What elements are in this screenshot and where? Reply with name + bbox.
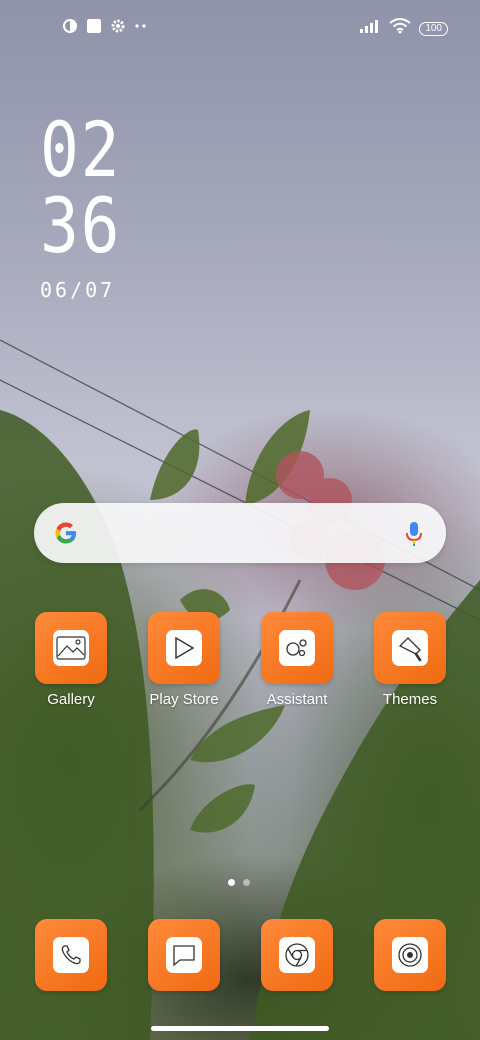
status-left-icons bbox=[62, 18, 148, 39]
app-assistant[interactable]: Assistant bbox=[252, 612, 342, 708]
phone-icon bbox=[53, 937, 89, 973]
dock-camera[interactable] bbox=[365, 919, 455, 991]
play-store-icon bbox=[166, 630, 202, 666]
app-tile bbox=[148, 919, 220, 991]
app-gallery[interactable]: Gallery bbox=[26, 612, 116, 708]
themes-icon bbox=[392, 630, 428, 666]
app-label: Assistant bbox=[266, 691, 328, 708]
page-dot bbox=[243, 879, 250, 886]
clock-minute: 36 bbox=[40, 181, 122, 270]
more-dots-icon bbox=[134, 18, 148, 39]
google-search-bar[interactable] bbox=[34, 503, 446, 563]
gallery-icon bbox=[53, 630, 89, 666]
app-tile bbox=[35, 919, 107, 991]
app-themes[interactable]: Themes bbox=[365, 612, 455, 708]
status-right-icons: 100 bbox=[359, 18, 448, 39]
app-tile bbox=[261, 919, 333, 991]
app-label: Gallery bbox=[47, 691, 95, 708]
microphone-icon[interactable] bbox=[404, 520, 424, 548]
app-label: Play Store bbox=[149, 691, 219, 708]
wifi-icon bbox=[389, 18, 411, 39]
assistant-icon bbox=[279, 630, 315, 666]
chrome-icon bbox=[279, 937, 315, 973]
app-tile bbox=[35, 612, 107, 684]
page-dot-active bbox=[228, 879, 235, 886]
dock-phone[interactable] bbox=[26, 919, 116, 991]
app-label: Themes bbox=[382, 691, 438, 708]
signal-icon bbox=[359, 18, 381, 39]
app-tile bbox=[374, 612, 446, 684]
home-gesture-bar[interactable] bbox=[151, 1026, 329, 1031]
shield-icon bbox=[62, 18, 78, 39]
battery-icon: 100 bbox=[419, 21, 448, 36]
dock-messages[interactable] bbox=[139, 919, 229, 991]
clock-date: 06/07 bbox=[40, 278, 116, 302]
page-indicator[interactable] bbox=[228, 879, 250, 886]
app-tile bbox=[374, 919, 446, 991]
square-icon bbox=[86, 18, 102, 39]
gear-icon bbox=[110, 18, 126, 39]
app-play-store[interactable]: Play Store bbox=[139, 612, 229, 708]
app-tile bbox=[148, 612, 220, 684]
status-bar: 100 bbox=[0, 0, 480, 56]
dock-chrome[interactable] bbox=[252, 919, 342, 991]
clock-hour: 02 bbox=[40, 105, 122, 194]
camera-icon bbox=[392, 937, 428, 973]
app-tile bbox=[261, 612, 333, 684]
messages-icon bbox=[166, 937, 202, 973]
clock-widget[interactable]: 02 36 06/07 bbox=[40, 105, 136, 303]
google-g-icon bbox=[52, 519, 80, 547]
